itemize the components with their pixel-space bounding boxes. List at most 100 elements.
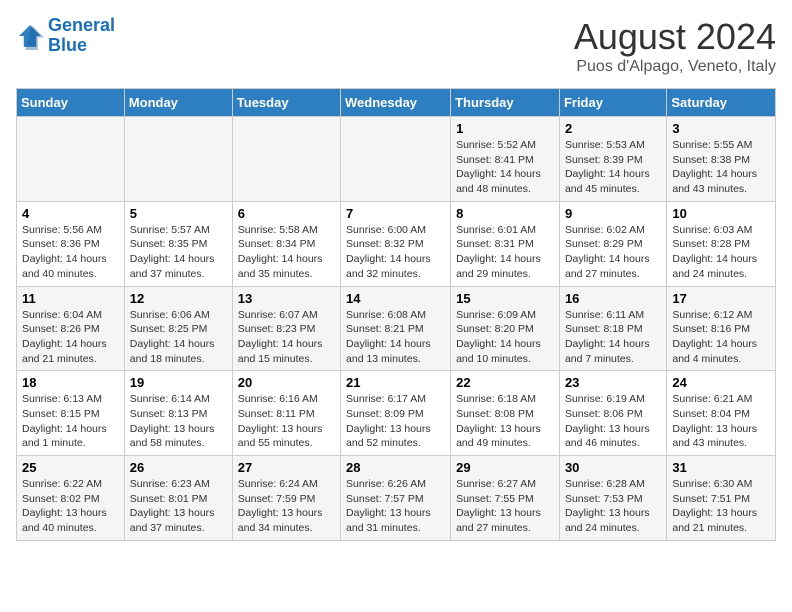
day-info: Sunrise: 6:11 AMSunset: 8:18 PMDaylight:… bbox=[565, 308, 661, 367]
calendar-title: August 2024 bbox=[574, 16, 776, 58]
calendar-cell: 5 Sunrise: 5:57 AMSunset: 8:35 PMDaylight… bbox=[124, 201, 232, 286]
calendar-cell bbox=[341, 117, 451, 202]
calendar-cell: 12 Sunrise: 6:06 AMSunset: 8:25 PMDayligh… bbox=[124, 286, 232, 371]
day-info: Sunrise: 6:08 AMSunset: 8:21 PMDaylight:… bbox=[346, 308, 445, 367]
calendar-cell: 20 Sunrise: 6:16 AMSunset: 8:11 PMDayligh… bbox=[232, 371, 340, 456]
day-number: 2 bbox=[565, 121, 661, 136]
calendar-cell: 26 Sunrise: 6:23 AMSunset: 8:01 PMDayligh… bbox=[124, 456, 232, 541]
calendar-week-1: 1 Sunrise: 5:52 AMSunset: 8:41 PMDaylight… bbox=[17, 117, 776, 202]
day-info: Sunrise: 6:17 AMSunset: 8:09 PMDaylight:… bbox=[346, 392, 445, 451]
calendar-cell: 16 Sunrise: 6:11 AMSunset: 8:18 PMDayligh… bbox=[559, 286, 666, 371]
day-info: Sunrise: 6:01 AMSunset: 8:31 PMDaylight:… bbox=[456, 223, 554, 282]
day-info: Sunrise: 5:52 AMSunset: 8:41 PMDaylight:… bbox=[456, 138, 554, 197]
calendar-cell: 15 Sunrise: 6:09 AMSunset: 8:20 PMDayligh… bbox=[451, 286, 560, 371]
calendar-cell: 3Sunrise: 5:55 AMSunset: 8:38 PMDaylight… bbox=[667, 117, 776, 202]
day-number: 9 bbox=[565, 206, 661, 221]
day-number: 19 bbox=[130, 375, 227, 390]
day-number: 14 bbox=[346, 291, 445, 306]
calendar-cell: 9 Sunrise: 6:02 AMSunset: 8:29 PMDaylight… bbox=[559, 201, 666, 286]
day-number: 11 bbox=[22, 291, 119, 306]
day-info: Sunrise: 6:24 AMSunset: 7:59 PMDaylight:… bbox=[238, 477, 335, 536]
column-header-sunday: Sunday bbox=[17, 89, 125, 117]
calendar-cell: 24Sunrise: 6:21 AMSunset: 8:04 PMDayligh… bbox=[667, 371, 776, 456]
day-info: Sunrise: 5:58 AMSunset: 8:34 PMDaylight:… bbox=[238, 223, 335, 282]
day-info: Sunrise: 6:30 AMSunset: 7:51 PMDaylight:… bbox=[672, 477, 770, 536]
calendar-cell: 23Sunrise: 6:19 AMSunset: 8:06 PMDayligh… bbox=[559, 371, 666, 456]
day-number: 16 bbox=[565, 291, 661, 306]
page-header: General Blue August 2024 Puos d'Alpago, … bbox=[16, 16, 776, 76]
calendar-cell: 2 Sunrise: 5:53 AMSunset: 8:39 PMDaylight… bbox=[559, 117, 666, 202]
day-number: 10 bbox=[672, 206, 770, 221]
calendar-week-2: 4 Sunrise: 5:56 AMSunset: 8:36 PMDaylight… bbox=[17, 201, 776, 286]
logo-text: General Blue bbox=[48, 16, 115, 56]
day-number: 17 bbox=[672, 291, 770, 306]
calendar-cell: 28 Sunrise: 6:26 AMSunset: 7:57 PMDayligh… bbox=[341, 456, 451, 541]
column-header-thursday: Thursday bbox=[451, 89, 560, 117]
day-number: 27 bbox=[238, 460, 335, 475]
day-info: Sunrise: 6:02 AMSunset: 8:29 PMDaylight:… bbox=[565, 223, 661, 282]
day-number: 18 bbox=[22, 375, 119, 390]
column-header-monday: Monday bbox=[124, 89, 232, 117]
day-number: 22 bbox=[456, 375, 554, 390]
calendar-cell: 8 Sunrise: 6:01 AMSunset: 8:31 PMDaylight… bbox=[451, 201, 560, 286]
calendar-week-4: 18 Sunrise: 6:13 AMSunset: 8:15 PMDayligh… bbox=[17, 371, 776, 456]
day-info: Sunrise: 6:06 AMSunset: 8:25 PMDaylight:… bbox=[130, 308, 227, 367]
calendar-cell: 17 Sunrise: 6:12 AMSunset: 8:16 PMDayligh… bbox=[667, 286, 776, 371]
day-info: Sunrise: 6:04 AMSunset: 8:26 PMDaylight:… bbox=[22, 308, 119, 367]
day-info: Sunrise: 6:09 AMSunset: 8:20 PMDaylight:… bbox=[456, 308, 554, 367]
day-info: Sunrise: 6:23 AMSunset: 8:01 PMDaylight:… bbox=[130, 477, 227, 536]
day-number: 29 bbox=[456, 460, 554, 475]
day-number: 12 bbox=[130, 291, 227, 306]
day-number: 5 bbox=[130, 206, 227, 221]
day-number: 13 bbox=[238, 291, 335, 306]
calendar-cell: 14 Sunrise: 6:08 AMSunset: 8:21 PMDayligh… bbox=[341, 286, 451, 371]
calendar-week-3: 11 Sunrise: 6:04 AMSunset: 8:26 PMDayligh… bbox=[17, 286, 776, 371]
day-number: 7 bbox=[346, 206, 445, 221]
calendar-cell: 7 Sunrise: 6:00 AMSunset: 8:32 PMDaylight… bbox=[341, 201, 451, 286]
calendar-cell: 18 Sunrise: 6:13 AMSunset: 8:15 PMDayligh… bbox=[17, 371, 125, 456]
calendar-cell bbox=[17, 117, 125, 202]
day-info: Sunrise: 6:14 AMSunset: 8:13 PMDaylight:… bbox=[130, 392, 227, 451]
calendar-cell: 11 Sunrise: 6:04 AMSunset: 8:26 PMDayligh… bbox=[17, 286, 125, 371]
logo-icon bbox=[16, 22, 44, 50]
calendar-cell: 25 Sunrise: 6:22 AMSunset: 8:02 PMDayligh… bbox=[17, 456, 125, 541]
calendar-cell: 1 Sunrise: 5:52 AMSunset: 8:41 PMDaylight… bbox=[451, 117, 560, 202]
calendar-cell: 29 Sunrise: 6:27 AMSunset: 7:55 PMDayligh… bbox=[451, 456, 560, 541]
calendar-cell: 21Sunrise: 6:17 AMSunset: 8:09 PMDayligh… bbox=[341, 371, 451, 456]
day-number: 1 bbox=[456, 121, 554, 136]
calendar-body: 1 Sunrise: 5:52 AMSunset: 8:41 PMDaylight… bbox=[17, 117, 776, 541]
day-info: Sunrise: 6:26 AMSunset: 7:57 PMDaylight:… bbox=[346, 477, 445, 536]
day-number: 26 bbox=[130, 460, 227, 475]
day-number: 15 bbox=[456, 291, 554, 306]
day-number: 4 bbox=[22, 206, 119, 221]
day-info: Sunrise: 5:57 AMSunset: 8:35 PMDaylight:… bbox=[130, 223, 227, 282]
day-info: Sunrise: 6:13 AMSunset: 8:15 PMDaylight:… bbox=[22, 392, 119, 451]
day-info: Sunrise: 6:16 AMSunset: 8:11 PMDaylight:… bbox=[238, 392, 335, 451]
calendar-header-row: SundayMondayTuesdayWednesdayThursdayFrid… bbox=[17, 89, 776, 117]
day-info: Sunrise: 6:22 AMSunset: 8:02 PMDaylight:… bbox=[22, 477, 119, 536]
day-number: 28 bbox=[346, 460, 445, 475]
calendar-cell: 19 Sunrise: 6:14 AMSunset: 8:13 PMDayligh… bbox=[124, 371, 232, 456]
column-header-tuesday: Tuesday bbox=[232, 89, 340, 117]
calendar-cell bbox=[232, 117, 340, 202]
day-info: Sunrise: 6:21 AMSunset: 8:04 PMDaylight:… bbox=[672, 392, 770, 451]
day-number: 31 bbox=[672, 460, 770, 475]
day-number: 8 bbox=[456, 206, 554, 221]
day-info: Sunrise: 6:28 AMSunset: 7:53 PMDaylight:… bbox=[565, 477, 661, 536]
calendar-subtitle: Puos d'Alpago, Veneto, Italy bbox=[574, 58, 776, 76]
calendar-cell: 6Sunrise: 5:58 AMSunset: 8:34 PMDaylight… bbox=[232, 201, 340, 286]
day-info: Sunrise: 6:07 AMSunset: 8:23 PMDaylight:… bbox=[238, 308, 335, 367]
column-header-wednesday: Wednesday bbox=[341, 89, 451, 117]
day-number: 25 bbox=[22, 460, 119, 475]
day-number: 3 bbox=[672, 121, 770, 136]
day-number: 20 bbox=[238, 375, 335, 390]
day-info: Sunrise: 6:27 AMSunset: 7:55 PMDaylight:… bbox=[456, 477, 554, 536]
day-info: Sunrise: 6:00 AMSunset: 8:32 PMDaylight:… bbox=[346, 223, 445, 282]
column-header-friday: Friday bbox=[559, 89, 666, 117]
day-number: 23 bbox=[565, 375, 661, 390]
calendar-cell: 31 Sunrise: 6:30 AMSunset: 7:51 PMDayligh… bbox=[667, 456, 776, 541]
day-info: Sunrise: 5:56 AMSunset: 8:36 PMDaylight:… bbox=[22, 223, 119, 282]
day-info: Sunrise: 5:53 AMSunset: 8:39 PMDaylight:… bbox=[565, 138, 661, 197]
day-info: Sunrise: 6:12 AMSunset: 8:16 PMDaylight:… bbox=[672, 308, 770, 367]
calendar-week-5: 25 Sunrise: 6:22 AMSunset: 8:02 PMDayligh… bbox=[17, 456, 776, 541]
